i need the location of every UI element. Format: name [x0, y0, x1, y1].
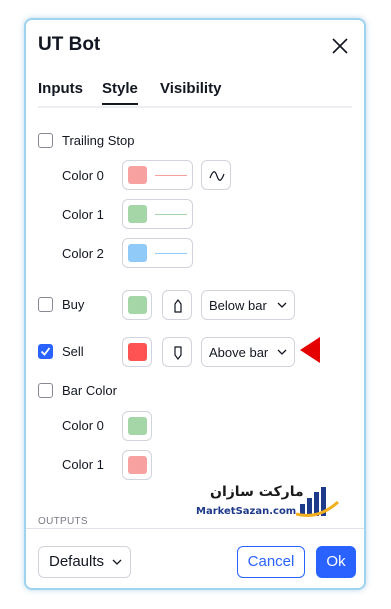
color-swatch [128, 244, 147, 262]
trailing-color-2-label: Color 2 [62, 246, 104, 261]
color-swatch [128, 417, 147, 435]
watermark-english-text: MarketSazan.com [196, 506, 297, 517]
bar-color-1-label: Color 1 [62, 457, 104, 472]
ok-button[interactable]: Ok [316, 546, 356, 578]
defaults-label: Defaults [49, 553, 105, 570]
buy-location-select[interactable]: Below bar [201, 290, 295, 320]
trailing-color-0-label: Color 0 [62, 168, 104, 183]
tab-style[interactable]: Style [102, 80, 138, 105]
watermark-logo-icon [296, 487, 340, 517]
buy-label: Buy [62, 297, 85, 312]
color-swatch [128, 166, 147, 184]
chevron-down-icon [277, 302, 287, 308]
watermark: مارکت سازان MarketSazan.com [196, 484, 346, 524]
trailing-color-1-picker[interactable] [122, 199, 193, 229]
label-up-shape-icon [174, 299, 182, 313]
bar-color-checkbox[interactable] [38, 383, 53, 398]
color-swatch [128, 296, 147, 314]
bar-color-0-picker[interactable] [122, 411, 152, 441]
label-down-shape-icon [174, 346, 182, 360]
line-style-button[interactable] [201, 160, 231, 190]
sell-location-value: Above bar [209, 345, 269, 360]
line-preview [155, 253, 187, 254]
color-swatch [128, 343, 147, 361]
chevron-down-icon [112, 559, 122, 565]
dialog-title: UT Bot [38, 34, 101, 55]
defaults-button[interactable]: Defaults [38, 546, 131, 578]
buy-shape-button[interactable] [162, 290, 192, 320]
sell-shape-button[interactable] [162, 337, 192, 367]
sell-color-picker[interactable] [122, 337, 152, 367]
bar-color-0-label: Color 0 [62, 418, 104, 433]
sell-checkbox[interactable] [38, 344, 53, 359]
color-swatch [128, 205, 147, 223]
bar-color-label: Bar Color [62, 383, 117, 398]
line-preview [155, 175, 187, 176]
trailing-stop-checkbox[interactable] [38, 133, 53, 148]
tab-bar: Inputs Style Visibility [38, 80, 352, 108]
buy-checkbox[interactable] [38, 297, 53, 312]
sell-location-select[interactable]: Above bar [201, 337, 295, 367]
buy-location-value: Below bar [209, 298, 267, 313]
trailing-stop-label: Trailing Stop [62, 133, 135, 148]
chevron-down-icon [277, 349, 287, 355]
trailing-color-0-picker[interactable] [122, 160, 193, 190]
footer-divider [26, 528, 364, 529]
line-preview [155, 214, 187, 215]
tab-inputs[interactable]: Inputs [38, 80, 83, 103]
color-swatch [128, 456, 147, 474]
bar-color-1-picker[interactable] [122, 450, 152, 480]
outputs-section-header: OUTPUTS [38, 516, 88, 527]
watermark-persian-text: مارکت سازان [210, 484, 304, 500]
trailing-color-2-picker[interactable] [122, 238, 193, 268]
sell-label: Sell [62, 344, 84, 359]
trailing-color-1-label: Color 1 [62, 207, 104, 222]
cancel-button[interactable]: Cancel [237, 546, 305, 578]
close-icon[interactable] [330, 36, 350, 56]
buy-color-picker[interactable] [122, 290, 152, 320]
tabs-divider [38, 106, 352, 108]
pointer-arrow-icon [300, 337, 320, 363]
checkmark-icon [40, 347, 51, 356]
line-style-icon [209, 171, 225, 181]
tab-visibility[interactable]: Visibility [160, 80, 221, 103]
